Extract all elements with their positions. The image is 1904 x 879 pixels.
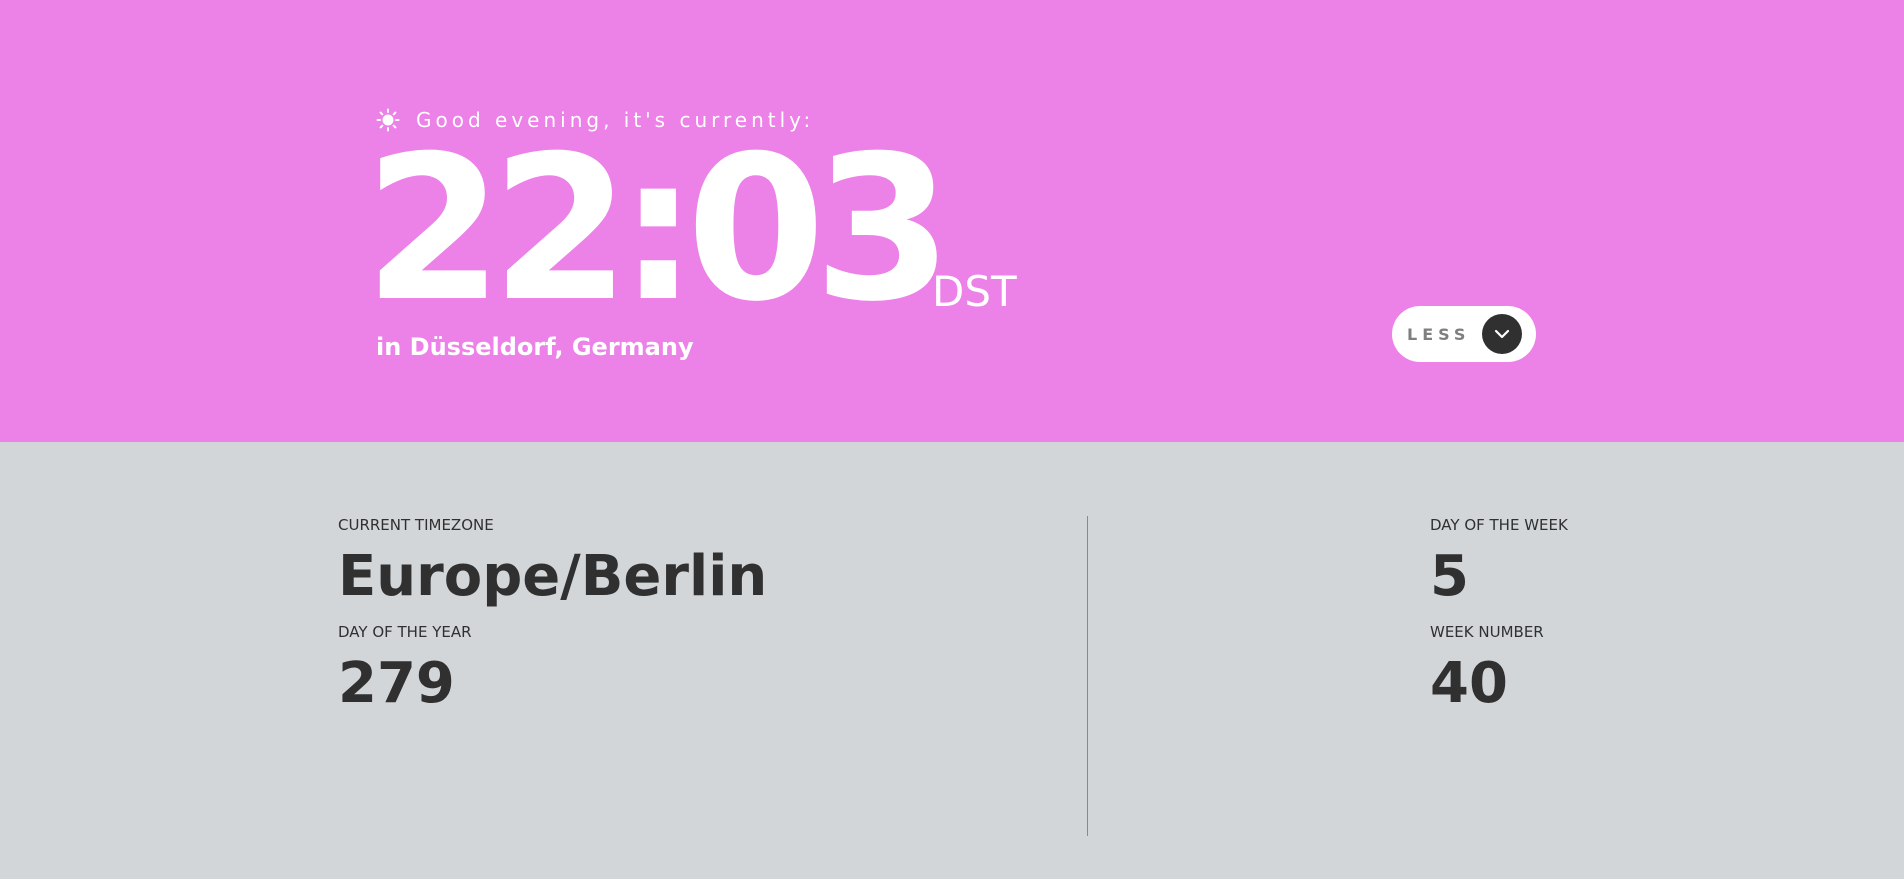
week-number-value: 40: [1430, 651, 1508, 716]
timezone-value: Europe/Berlin: [338, 544, 768, 609]
timezone-abbreviation: DST: [932, 267, 1017, 316]
location-text: in Düsseldorf, Germany: [376, 333, 694, 361]
week-number-label: WEEK NUMBER: [1430, 623, 1544, 641]
clock-panel: Good evening, it's currently: 22:03 DST …: [0, 0, 1904, 442]
details-panel: CURRENT TIMEZONE Europe/Berlin DAY OF TH…: [0, 442, 1904, 879]
day-of-year-stat: DAY OF THE YEAR 279: [338, 623, 472, 715]
timezone-label: CURRENT TIMEZONE: [338, 516, 494, 534]
chevron-down-icon: [1494, 329, 1510, 339]
day-of-year-value: 279: [338, 651, 455, 716]
current-time: 22:03: [364, 113, 953, 346]
day-of-week-stat: DAY OF THE WEEK 5: [1430, 516, 1568, 608]
week-number-stat: WEEK NUMBER 40: [1430, 623, 1544, 715]
vertical-divider: [1087, 516, 1088, 836]
chevron-circle[interactable]: [1482, 314, 1522, 354]
day-of-week-label: DAY OF THE WEEK: [1430, 516, 1568, 534]
day-of-year-label: DAY OF THE YEAR: [338, 623, 472, 641]
day-of-week-value: 5: [1430, 544, 1469, 609]
toggle-label: LESS: [1407, 324, 1471, 344]
timezone-stat: CURRENT TIMEZONE Europe/Berlin: [338, 516, 767, 608]
less-toggle-button[interactable]: LESS: [1392, 306, 1536, 362]
